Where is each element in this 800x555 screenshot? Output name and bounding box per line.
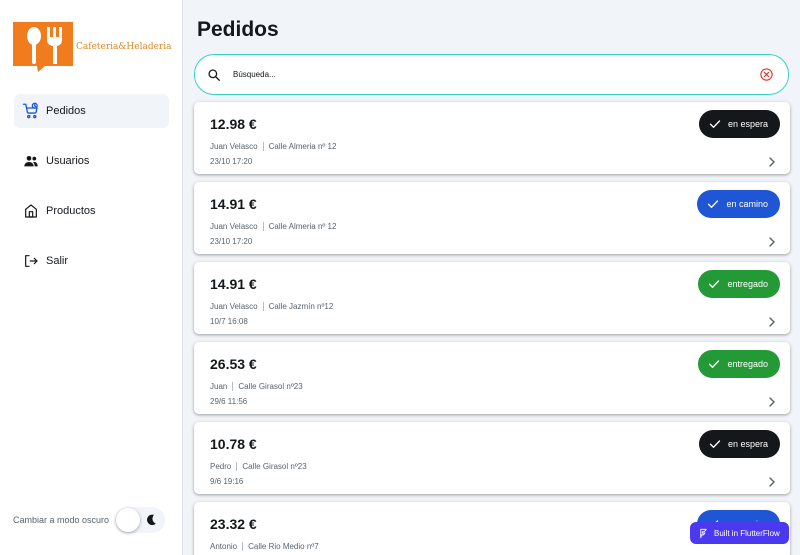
divider — [262, 222, 264, 231]
sidebar-nav: Pedidos Usuarios Productos Salir — [14, 94, 169, 294]
order-date: 23/10 17:20 — [210, 157, 253, 166]
search-input[interactable] — [233, 70, 788, 79]
order-date: 9/6 19:16 — [210, 477, 244, 486]
order-address: Calle Girasol nº23 — [242, 462, 307, 471]
order-info: Juan Velasco Calle Almeria nº 12 — [210, 222, 336, 231]
order-info: Antonio Calle Rio Medio nº7 — [210, 542, 319, 551]
order-address: Calle Jazmín nº12 — [268, 302, 334, 311]
order-card[interactable]: 14.91 € en camino Juan Velasco Calle Alm… — [194, 182, 790, 254]
users-icon — [22, 152, 40, 170]
order-card[interactable]: 12.98 € en espera Juan Velasco Calle Alm… — [194, 102, 790, 174]
order-price: 12.98 € — [210, 116, 257, 132]
order-customer: Juan Velasco — [210, 302, 258, 311]
order-card[interactable]: 14.91 € entregado Juan Velasco Calle Jaz… — [194, 262, 790, 334]
status-label: en espera — [727, 119, 768, 129]
status-label: en camino — [726, 199, 768, 209]
sidebar-item-salir[interactable]: Salir — [14, 244, 169, 278]
toggle-knob — [116, 508, 141, 532]
order-card[interactable]: 26.53 € entregado Juan Calle Girasol nº2… — [194, 342, 790, 414]
order-price: 26.53 € — [210, 356, 257, 372]
check-icon — [709, 120, 721, 128]
order-card[interactable]: 10.78 € en espera Pedro Calle Girasol nº… — [194, 422, 790, 494]
status-badge: en camino — [697, 190, 780, 218]
status-badge: entregado — [698, 270, 780, 298]
chevron-right-icon — [768, 154, 776, 167]
order-date: 29/6 11:56 — [210, 397, 248, 406]
order-date: 23/10 17:20 — [210, 237, 253, 246]
status-label: entregado — [727, 359, 768, 369]
store-icon — [22, 202, 40, 220]
divider — [232, 382, 234, 391]
order-address: Calle Girasol nº23 — [238, 382, 303, 391]
brand-logo: Cafeteria&Heladeria — [13, 22, 171, 72]
flutterflow-label: Built in FlutterFlow — [714, 528, 780, 538]
main-content: Pedidos 12.98 € en espera Juan Velasco — [184, 0, 800, 555]
order-customer: Juan Velasco — [210, 222, 258, 231]
sidebar-item-pedidos[interactable]: Pedidos — [14, 94, 169, 128]
flutterflow-badge[interactable]: Built in FlutterFlow — [690, 522, 789, 544]
check-icon — [709, 280, 720, 288]
divider — [262, 302, 264, 311]
orders-list: 12.98 € en espera Juan Velasco Calle Alm… — [194, 102, 790, 555]
status-badge: en espera — [698, 110, 780, 138]
dark-mode-label: Cambiar a modo oscuro — [13, 515, 110, 525]
chevron-right-icon — [768, 234, 776, 247]
brand-name: Cafeteria&Heladeria — [76, 42, 172, 52]
check-icon — [709, 360, 720, 368]
status-label: en espera — [727, 439, 768, 449]
sidebar-item-label: Usuarios — [46, 155, 90, 167]
divider — [262, 142, 264, 151]
status-label: entregado — [727, 279, 768, 289]
order-customer: Pedro — [210, 462, 232, 471]
order-info: Juan Velasco Calle Jazmín nº12 — [210, 302, 333, 311]
check-icon — [709, 440, 721, 448]
order-customer: Juan Velasco — [210, 142, 258, 151]
chevron-right-icon — [768, 314, 776, 327]
clear-search-icon[interactable] — [759, 67, 774, 82]
status-badge: en espera — [698, 430, 780, 458]
dark-mode-row: Cambiar a modo oscuro — [13, 507, 166, 533]
sidebar-item-label: Pedidos — [46, 105, 86, 117]
order-address: Calle Rio Medio nº7 — [248, 542, 319, 551]
chevron-right-icon — [768, 474, 776, 487]
sidebar-item-label: Salir — [46, 255, 69, 267]
search-icon — [207, 68, 221, 82]
order-info: Juan Calle Girasol nº23 — [210, 382, 303, 391]
flutterflow-icon — [700, 528, 707, 538]
logout-icon — [22, 252, 40, 270]
order-date: 10/7 16:08 — [210, 317, 248, 326]
search-bar — [194, 54, 789, 95]
order-price: 23.32 € — [210, 516, 257, 532]
order-price: 14.91 € — [210, 196, 257, 212]
cafe-logo-icon — [13, 22, 73, 72]
page-title: Pedidos — [197, 18, 279, 41]
dark-mode-toggle[interactable] — [115, 507, 166, 533]
order-price: 10.78 € — [210, 436, 257, 452]
order-address: Calle Almeria nº 12 — [268, 142, 337, 151]
order-info: Pedro Calle Girasol nº23 — [210, 462, 307, 471]
divider — [242, 542, 244, 551]
moon-icon — [144, 513, 158, 527]
check-icon — [708, 200, 719, 208]
sidebar-item-label: Productos — [46, 205, 96, 217]
sidebar-item-usuarios[interactable]: Usuarios — [14, 144, 169, 178]
chevron-right-icon — [768, 394, 776, 407]
sidebar-item-productos[interactable]: Productos — [14, 194, 169, 228]
shopping-cart-icon — [22, 102, 40, 120]
divider — [236, 462, 238, 471]
order-address: Calle Almeria nº 12 — [268, 222, 337, 231]
order-info: Juan Velasco Calle Almeria nº 12 — [210, 142, 336, 151]
sidebar: Cafeteria&Heladeria Pedidos Usuarios Pro… — [0, 0, 183, 555]
order-customer: Antonio — [210, 542, 238, 551]
order-price: 14.91 € — [210, 276, 257, 292]
status-badge: entregado — [698, 350, 780, 378]
order-customer: Juan — [210, 382, 228, 391]
